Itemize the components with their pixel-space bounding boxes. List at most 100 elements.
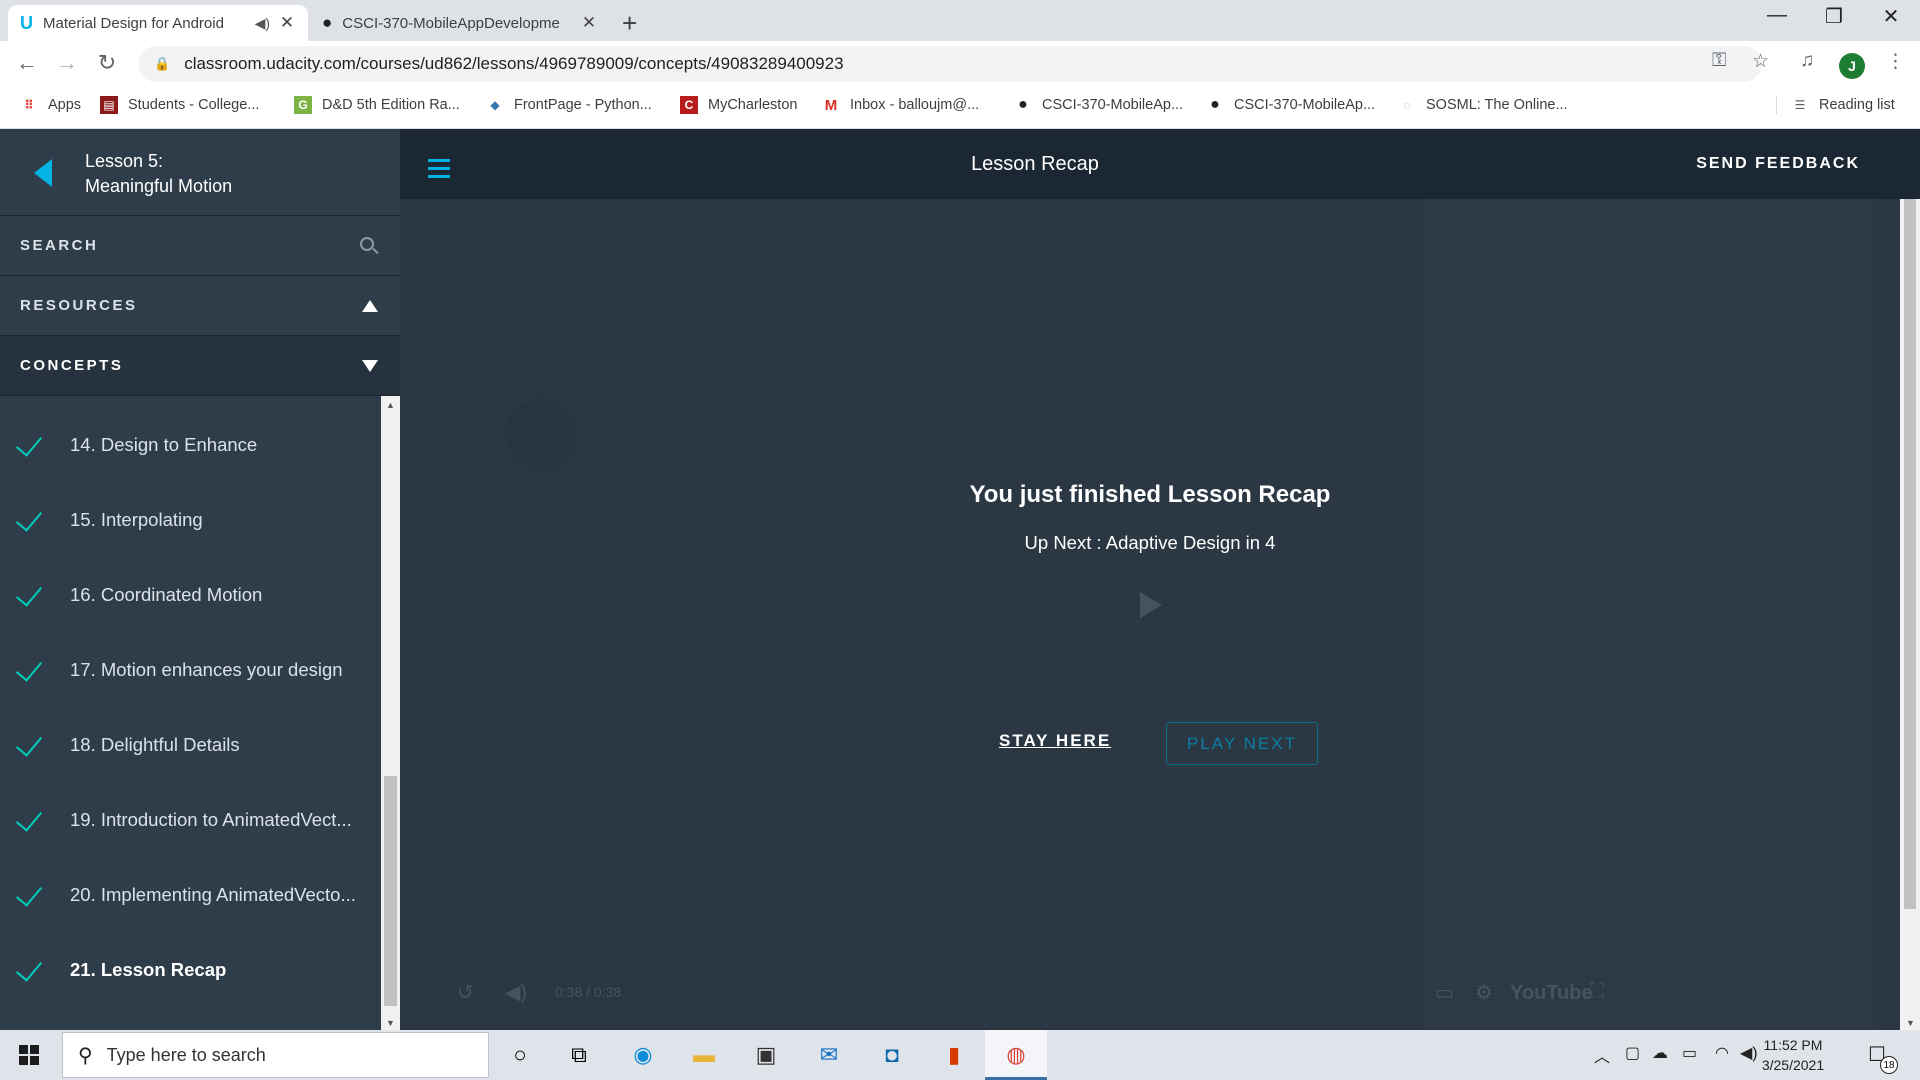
scroll-up-arrow-icon[interactable]: ▲ [386, 400, 395, 410]
concept-label: 14. Design to Enhance [70, 433, 258, 455]
tab-github-csci[interactable]: ● CSCI-370-MobileAppDevelopme ✕ [310, 5, 610, 41]
bookmark-python[interactable]: ◆ FrontPage - Python... [486, 96, 651, 114]
menu-kebab-icon[interactable]: ⋮ [1886, 50, 1905, 73]
url-text: classroom.udacity.com/courses/ud862/less… [184, 54, 844, 73]
bookmark-label: Apps [48, 97, 82, 113]
browser-toolbar: ← → ↻ 🔒 classroom.udacity.com/courses/ud… [0, 41, 1920, 86]
triangle-up-icon [362, 299, 378, 312]
settings-gear-icon[interactable]: ⚙ [1475, 980, 1493, 1005]
dell-icon[interactable]: ◘ [876, 1039, 908, 1071]
replay-icon[interactable]: ↺ [457, 980, 474, 1005]
tab-material-design[interactable]: U Material Design for Android ◀) ✕ [8, 5, 308, 41]
restore-button[interactable]: ❐ [1814, 4, 1854, 29]
bookmark-csci-1[interactable]: ● CSCI-370-MobileAp... [1014, 96, 1183, 114]
minimize-button[interactable]: — [1757, 4, 1797, 27]
concept-item[interactable]: 14. Design to Enhance [0, 407, 380, 482]
bookmark-inbox[interactable]: M Inbox - balloujm@... [822, 96, 979, 114]
bookmark-sosml[interactable]: ◌ SOSML: The Online... [1398, 96, 1567, 114]
resources-label: RESOURCES [20, 297, 138, 314]
page-scrollbar-thumb[interactable] [1904, 199, 1916, 909]
bookmark-label: D&D 5th Edition Ra... [322, 97, 460, 113]
volume-icon[interactable]: ◀) [505, 980, 527, 1005]
concept-scrollbar[interactable]: ▲ ▼ [381, 396, 400, 1030]
stay-here-button[interactable]: STAY HERE [999, 731, 1111, 751]
back-button[interactable]: ← [12, 50, 42, 76]
bookmark-apps[interactable]: ⠿ Apps [20, 96, 81, 114]
sidebar-concepts[interactable]: CONCEPTS [0, 336, 400, 396]
office-icon[interactable]: ▮ [938, 1039, 970, 1071]
concept-label: 17. Motion enhances your design [70, 658, 343, 680]
video-controls: ↺ ◀) 0:38 / 0:38 ▭ ⚙ YouTube ⛶ [425, 974, 1875, 1014]
fullscreen-icon[interactable]: ⛶ [1590, 980, 1604, 1003]
mail-icon[interactable]: ✉ [813, 1039, 845, 1071]
page-scrollbar[interactable]: ▼ [1900, 199, 1920, 1030]
address-bar[interactable]: 🔒 classroom.udacity.com/courses/ud862/le… [138, 46, 1762, 82]
scrollbar-thumb[interactable] [384, 776, 397, 1006]
edge-icon[interactable]: ◉ [627, 1039, 659, 1071]
send-feedback-button[interactable]: SEND FEEDBACK [1696, 155, 1860, 173]
concept-item[interactable]: 18. Delightful Details [0, 707, 380, 782]
back-arrow-icon[interactable] [34, 159, 52, 187]
finished-heading: You just finished Lesson Recap [969, 481, 1331, 508]
file-explorer-icon[interactable]: ▬ [688, 1039, 720, 1071]
media-control-icon[interactable]: ♫ [1800, 50, 1814, 72]
concept-label: 15. Interpolating [70, 508, 203, 530]
check-icon [15, 429, 43, 457]
concept-item[interactable]: 15. Interpolating [0, 482, 380, 557]
python-icon: ◆ [490, 98, 500, 112]
captions-icon[interactable]: ▭ [1435, 980, 1454, 1005]
taskbar-search-input[interactable]: ⚲ Type here to search [62, 1032, 489, 1078]
lock-icon[interactable]: 🔒 [154, 56, 170, 72]
wifi-icon[interactable]: ◠ [1715, 1043, 1729, 1063]
concept-item[interactable]: 17. Motion enhances your design [0, 632, 380, 707]
task-view-icon[interactable]: ⧉ [563, 1039, 595, 1071]
check-icon [15, 654, 43, 682]
close-tab-icon[interactable]: ✕ [278, 13, 296, 33]
close-tab-icon[interactable]: ✕ [580, 13, 598, 33]
store-icon[interactable]: ▣ [750, 1039, 782, 1071]
close-window-button[interactable]: ✕ [1871, 4, 1911, 29]
meet-now-icon[interactable]: ▢ [1625, 1043, 1640, 1063]
scroll-down-arrow-icon[interactable]: ▼ [1906, 1018, 1915, 1028]
sidebar-search[interactable]: SEARCH [0, 216, 400, 276]
concept-item[interactable]: 20. Implementing AnimatedVecto... [0, 857, 380, 932]
chevron-up-icon[interactable]: ︿ [1594, 1043, 1610, 1067]
battery-icon[interactable]: ▭ [1682, 1043, 1697, 1063]
bookmarks-bar: ⠿ Apps ▤ Students - College... G D&D 5th… [0, 86, 1920, 129]
bookmark-dnd[interactable]: G D&D 5th Edition Ra... [294, 96, 460, 114]
system-clock[interactable]: 11:52 PM 3/25/2021 [1748, 1035, 1838, 1075]
bookmark-mycharleston[interactable]: C MyCharleston [680, 96, 797, 114]
reading-list-button[interactable]: ☰ Reading list [1776, 96, 1895, 114]
search-icon: ⚲ [78, 1044, 93, 1067]
play-icon[interactable] [1140, 592, 1162, 618]
search-icon[interactable] [360, 236, 379, 255]
bookmark-label: MyCharleston [708, 97, 798, 113]
forward-button[interactable]: → [52, 50, 82, 76]
profile-avatar[interactable]: J [1839, 53, 1865, 79]
player-area: You just finished Lesson Recap Up Next :… [400, 199, 1900, 1030]
triangle-down-icon [362, 359, 378, 372]
concept-item-current[interactable]: 21. Lesson Recap [0, 932, 380, 1007]
onedrive-icon[interactable]: ☁ [1652, 1043, 1668, 1063]
scroll-down-arrow-icon[interactable]: ▼ [386, 1018, 395, 1028]
cortana-icon[interactable]: ○ [504, 1039, 536, 1071]
bookmark-star-icon[interactable]: ☆ [1752, 50, 1769, 73]
reload-button[interactable]: ↻ [92, 50, 122, 76]
play-next-button[interactable]: PLAY NEXT [1166, 722, 1318, 765]
new-tab-button[interactable]: + [622, 8, 637, 39]
concept-label: 18. Delightful Details [70, 733, 240, 755]
chrome-icon[interactable]: ◍ [1000, 1039, 1032, 1071]
bookmark-students-college[interactable]: ▤ Students - College... [100, 96, 259, 114]
sidebar-resources[interactable]: RESOURCES [0, 276, 400, 336]
github-icon: ● [1018, 96, 1028, 113]
bookmark-csci-2[interactable]: ● CSCI-370-MobileAp... [1206, 96, 1375, 114]
search-label: SEARCH [20, 237, 99, 254]
youtube-logo[interactable]: YouTube [1510, 982, 1593, 1005]
concept-item[interactable]: 16. Coordinated Motion [0, 557, 380, 632]
bookmark-label: Inbox - balloujm@... [850, 97, 980, 113]
windows-start-icon[interactable] [19, 1045, 39, 1065]
concept-item[interactable]: 19. Introduction to AnimatedVect... [0, 782, 380, 857]
key-icon[interactable]: ⚿ [1712, 50, 1726, 72]
speaker-icon[interactable]: ◀) [255, 15, 270, 32]
check-icon [15, 804, 43, 832]
